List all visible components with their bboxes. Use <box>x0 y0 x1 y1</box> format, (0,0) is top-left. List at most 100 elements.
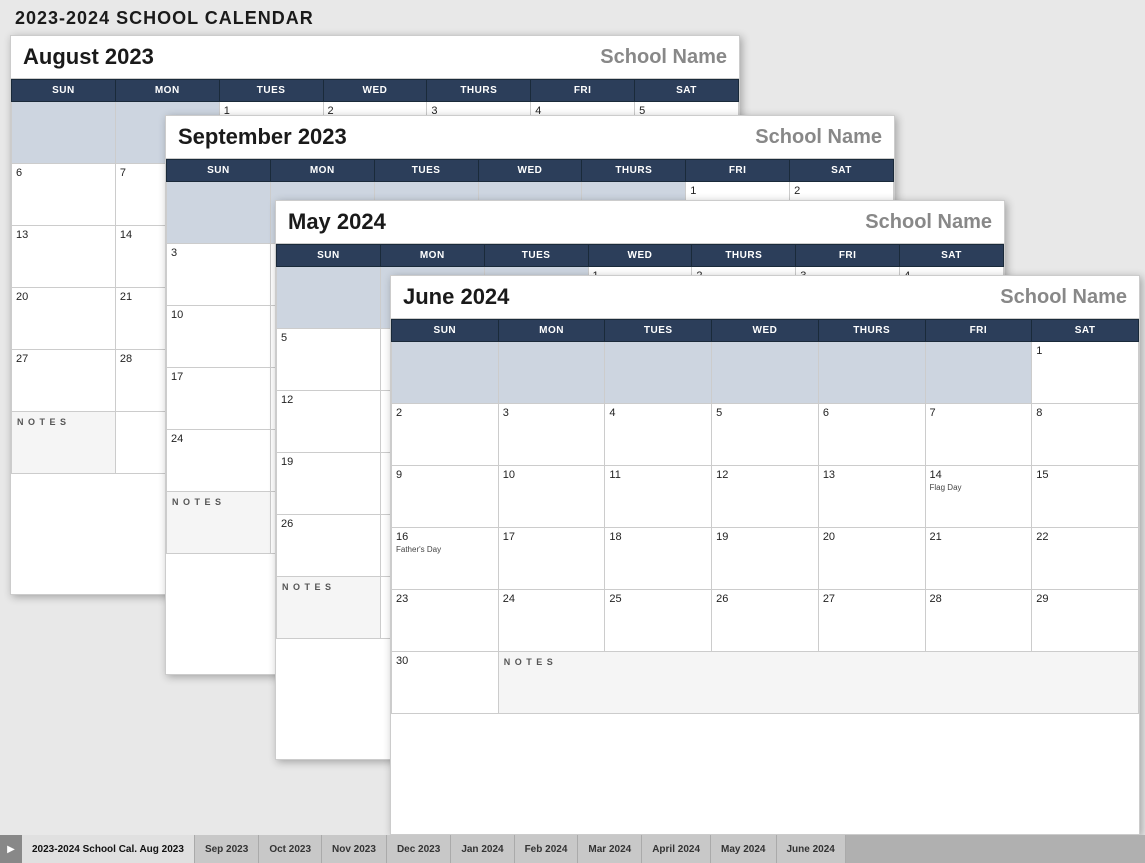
june-header-fri: FRI <box>925 320 1032 342</box>
table-row: 19 <box>277 453 381 515</box>
table-row: 23 <box>392 590 499 652</box>
aug-header-fri: FRI <box>531 80 635 102</box>
tab-nov-2023[interactable]: Nov 2023 <box>322 835 387 863</box>
tab-apr-2024[interactable]: April 2024 <box>642 835 711 863</box>
table-row: 26 <box>277 515 381 577</box>
may-header-tue: TUES <box>484 245 588 267</box>
tab-feb-2024[interactable]: Feb 2024 <box>515 835 579 863</box>
june-header-mon: MON <box>498 320 605 342</box>
table-row: 5 <box>277 329 381 391</box>
table-row <box>925 342 1032 404</box>
notes-label: N O T E S <box>277 577 381 639</box>
table-row: 4 <box>605 404 712 466</box>
aug-header-tue: TUES <box>219 80 323 102</box>
june-header-sat: SAT <box>1032 320 1139 342</box>
table-row <box>167 182 271 244</box>
sep-header-wed: WED <box>478 160 582 182</box>
tab-may-2024[interactable]: May 2024 <box>711 835 776 863</box>
tab-dec-2023[interactable]: Dec 2023 <box>387 835 451 863</box>
table-row: 12 <box>277 391 381 453</box>
aug-school-name: School Name <box>600 46 727 69</box>
tab-june-2024[interactable]: June 2024 <box>777 835 846 863</box>
table-row: 21 <box>925 528 1032 590</box>
tab-sep-2023[interactable]: Sep 2023 <box>195 835 259 863</box>
table-row <box>498 342 605 404</box>
may-school-name: School Name <box>865 211 992 234</box>
table-row: 6 <box>12 164 116 226</box>
table-row: 15 <box>1032 466 1139 528</box>
table-row: 16Father's Day <box>392 528 499 590</box>
table-row: 1 <box>1032 342 1139 404</box>
sep-header-sun: SUN <box>167 160 271 182</box>
table-row <box>12 102 116 164</box>
june-header-sun: SUN <box>392 320 499 342</box>
notes-label: N O T E S <box>167 492 271 554</box>
table-row <box>392 342 499 404</box>
table-row: 5 <box>712 404 819 466</box>
table-row: 14Flag Day <box>925 466 1032 528</box>
table-row: 29 <box>1032 590 1139 652</box>
table-row <box>712 342 819 404</box>
main-area: 2023-2024 SCHOOL CALENDAR August 2023 Sc… <box>0 0 1145 835</box>
table-row: 27 <box>818 590 925 652</box>
tab-jan-2024[interactable]: Jan 2024 <box>451 835 514 863</box>
sep-header-thu: THURS <box>582 160 686 182</box>
may-header-sat: SAT <box>900 245 1004 267</box>
table-row: 18 <box>605 528 712 590</box>
table-row: 20 <box>12 288 116 350</box>
table-row: 10 <box>167 306 271 368</box>
table-row: 2 <box>392 404 499 466</box>
table-row: 19 <box>712 528 819 590</box>
table-row: 25 <box>605 590 712 652</box>
table-row: 6 <box>818 404 925 466</box>
sep-header-tue: TUES <box>374 160 478 182</box>
aug-header-mon: MON <box>115 80 219 102</box>
table-row: 13 <box>12 226 116 288</box>
table-row: 24 <box>498 590 605 652</box>
may-header-wed: WED <box>588 245 692 267</box>
table-row <box>605 342 712 404</box>
table-row: 12 <box>712 466 819 528</box>
page-title: 2023-2024 SCHOOL CALENDAR <box>15 8 314 29</box>
sep-header: September 2023 School Name <box>166 116 894 159</box>
table-row: 3 <box>167 244 271 306</box>
table-row: 8 <box>1032 404 1139 466</box>
sep-school-name: School Name <box>755 126 882 149</box>
tab-oct-2023[interactable]: Oct 2023 <box>259 835 322 863</box>
may-header-fri: FRI <box>796 245 900 267</box>
june-header-thu: THURS <box>818 320 925 342</box>
aug-header: August 2023 School Name <box>11 36 739 79</box>
tab-mar-2024[interactable]: Mar 2024 <box>578 835 642 863</box>
calendar-june: June 2024 School Name SUN MON TUES WED T… <box>390 275 1140 835</box>
table-row: 13 <box>818 466 925 528</box>
aug-header-sat: SAT <box>635 80 739 102</box>
aug-header-wed: WED <box>323 80 427 102</box>
june-header-wed: WED <box>712 320 819 342</box>
notes-label: N O T E S <box>12 412 116 474</box>
table-row: 30 <box>392 652 499 714</box>
june-school-name: School Name <box>1000 286 1127 309</box>
table-row: 9 <box>392 466 499 528</box>
aug-header-sun: SUN <box>12 80 116 102</box>
sep-header-mon: MON <box>270 160 374 182</box>
may-month-title: May 2024 <box>288 209 386 235</box>
table-row: 10 <box>498 466 605 528</box>
may-header-mon: MON <box>380 245 484 267</box>
table-row <box>818 342 925 404</box>
table-row: 22 <box>1032 528 1139 590</box>
table-row: 7 <box>925 404 1032 466</box>
table-row: 3 <box>498 404 605 466</box>
notes-label: N O T E S <box>498 652 1138 714</box>
may-header-sun: SUN <box>277 245 381 267</box>
table-row <box>277 267 381 329</box>
june-month-title: June 2024 <box>403 284 509 310</box>
aug-header-thu: THURS <box>427 80 531 102</box>
table-row: 26 <box>712 590 819 652</box>
tab-aug-2023[interactable]: 2023-2024 School Cal. Aug 2023 <box>22 835 195 863</box>
june-header: June 2024 School Name <box>391 276 1139 319</box>
table-row: 24 <box>167 430 271 492</box>
tab-prev-arrow[interactable]: ▶ <box>0 835 22 863</box>
may-header: May 2024 School Name <box>276 201 1004 244</box>
sep-header-sat: SAT <box>790 160 894 182</box>
table-row: 17 <box>167 368 271 430</box>
